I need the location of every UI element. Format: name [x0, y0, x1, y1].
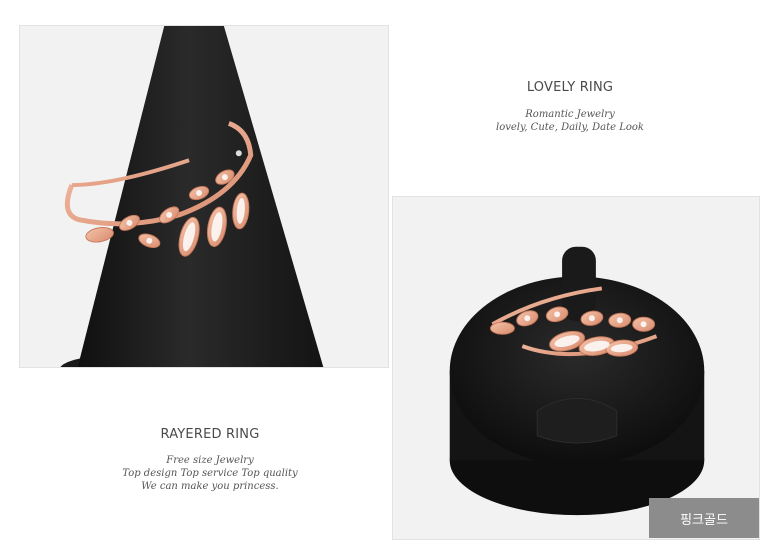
- description-line: lovely, Cute, Daily, Date Look: [496, 122, 644, 133]
- color-option-badge: 핑크골드: [649, 498, 759, 538]
- description-bottom: Free size Jewelry Top design Top service…: [95, 454, 325, 493]
- description-line: Top design Top service Top quality: [122, 468, 298, 479]
- description-line: Free size Jewelry: [166, 455, 254, 466]
- ring-on-round-stand-image: [393, 197, 759, 539]
- ring-photo-round-stand: [392, 196, 760, 540]
- ring-photo-cone-stand: [19, 25, 389, 368]
- title-rayered-ring: RAYERED RING: [160, 427, 260, 442]
- title-lovely-ring: LOVELY RING: [526, 80, 614, 95]
- ring-on-cone-image: [20, 26, 388, 367]
- description-top: Romantic Jewelry lovely, Cute, Daily, Da…: [470, 108, 670, 134]
- description-line: Romantic Jewelry: [525, 109, 615, 120]
- description-line: We can make you princess.: [141, 481, 279, 492]
